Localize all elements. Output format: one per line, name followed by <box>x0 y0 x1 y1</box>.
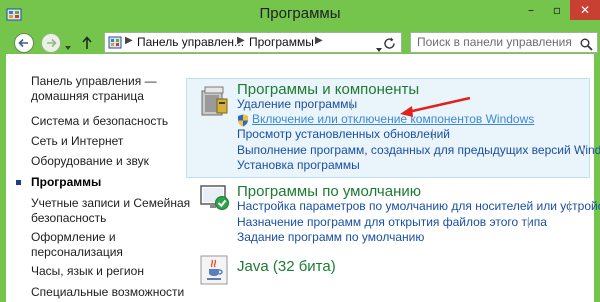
navigation-bar: ▶ Панель управлен... ▶ Программы ▶ Поиск… <box>0 30 600 54</box>
sidebar-item-hardware-sound[interactable]: Оборудование и звук <box>31 154 149 169</box>
link-separator <box>569 201 570 212</box>
sidebar-item-clock-language-region[interactable]: Часы, язык и регион <box>31 264 144 279</box>
section-title-programs-features[interactable]: Программы и компоненты <box>237 81 419 98</box>
sidebar-item-user-accounts-line2[interactable]: безопасность <box>31 211 106 226</box>
section-title-java[interactable]: Java (32 бита) <box>237 258 336 275</box>
sidebar-item-control-panel-home-line2[interactable]: домашняя страница <box>31 89 144 104</box>
sidebar-item-control-panel-home[interactable]: Панель управления — <box>31 74 157 89</box>
sidebar-item-appearance[interactable]: Оформление и <box>31 230 116 245</box>
refresh-icon[interactable] <box>383 35 399 54</box>
breadcrumb-programs[interactable]: Программы <box>249 35 314 49</box>
link-view-installed-updates[interactable]: Просмотр установленных обновлений <box>237 127 450 142</box>
breadcrumb-separator-icon[interactable]: ▶ <box>237 35 245 46</box>
search-box[interactable]: Поиск в панели управления <box>410 32 598 53</box>
section-title-default-programs[interactable]: Программы по умолчанию <box>237 183 421 200</box>
control-panel-icon <box>108 35 122 54</box>
link-separator <box>351 99 352 110</box>
address-bar[interactable]: ▶ Панель управлен... ▶ Программы ▶ <box>104 32 402 53</box>
search-icon[interactable] <box>580 36 593 55</box>
forward-button[interactable] <box>41 33 61 53</box>
breadcrumb-separator-icon[interactable]: ▶ <box>125 35 133 46</box>
title-bar: Программы – ▫ ✕ <box>0 0 600 30</box>
breadcrumb-separator-icon[interactable]: ▶ <box>315 35 323 46</box>
active-item-marker <box>16 180 21 185</box>
search-input[interactable]: Поиск в панели управления <box>417 35 572 49</box>
sidebar-item-network-internet[interactable]: Сеть и Интернет <box>31 134 123 149</box>
close-button[interactable]: ✕ <box>570 0 600 20</box>
breadcrumb-control-panel[interactable]: Панель управлен... <box>137 35 244 49</box>
link-install-program[interactable]: Установка программы <box>237 158 360 173</box>
left-navigation-pane: Панель управления — домашняя страница Си… <box>6 54 190 302</box>
back-arrow-icon <box>18 38 28 48</box>
up-arrow-icon[interactable] <box>82 35 92 54</box>
link-uninstall-program[interactable]: Удаление программы <box>237 97 357 112</box>
sidebar-item-appearance-line2[interactable]: персонализация <box>31 245 123 260</box>
address-history-chevron-icon[interactable] <box>375 39 383 58</box>
sidebar-item-user-accounts[interactable]: Учетные записи и Семейная <box>31 196 190 211</box>
sidebar-item-ease-of-access[interactable]: Специальные возможности <box>31 285 184 300</box>
link-turn-windows-features-on-off[interactable]: Включение или отключение компонентов Win… <box>252 112 534 127</box>
minimize-button[interactable]: – <box>518 0 544 20</box>
maximize-button[interactable]: ▫ <box>544 0 570 20</box>
link-associate-file-type[interactable]: Назначение программ для открытия файлов … <box>237 215 547 230</box>
java-icon[interactable] <box>200 255 228 289</box>
link-autoplay-settings[interactable]: Настройка параметров по умолчанию для но… <box>237 199 600 214</box>
link-separator <box>583 145 584 156</box>
back-button[interactable] <box>14 33 34 53</box>
window-frame-right <box>594 54 600 302</box>
link-separator <box>432 129 433 140</box>
link-run-older-programs[interactable]: Выполнение программ, созданных для преды… <box>237 143 600 158</box>
window-title: Программы <box>259 5 341 22</box>
sidebar-item-programs[interactable]: Программы <box>31 175 101 190</box>
sidebar-item-system-security[interactable]: Система и безопасность <box>31 114 168 129</box>
forward-arrow-icon <box>47 38 57 48</box>
default-programs-icon[interactable] <box>199 184 231 216</box>
link-set-default-programs[interactable]: Задание программ по умолчанию <box>237 230 424 245</box>
link-separator <box>528 217 529 228</box>
programs-features-icon[interactable] <box>199 85 229 123</box>
